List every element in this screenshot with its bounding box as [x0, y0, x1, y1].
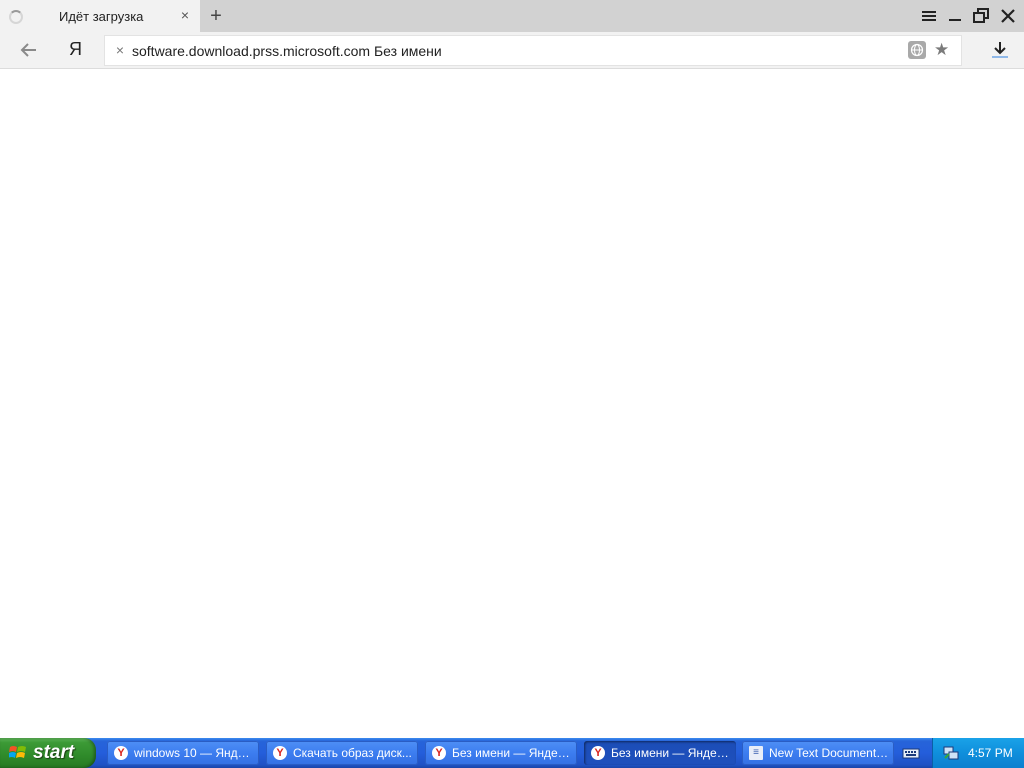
address-url[interactable]: software.download.prss.microsoft.com Без… — [132, 43, 442, 59]
globe-icon[interactable] — [908, 41, 926, 59]
star-icon[interactable]: ★ — [934, 40, 949, 60]
yandex-browser-icon: Y — [114, 746, 128, 760]
task-label: New Text Document ... — [769, 746, 889, 760]
start-label: start — [33, 742, 75, 763]
browser-toolbar: Я × software.download.prss.microsoft.com… — [0, 32, 1024, 69]
task-label: Без имени — Яндек... — [452, 746, 572, 760]
keyboard-layout-icon[interactable] — [902, 744, 920, 762]
tab-close-icon[interactable]: × — [178, 8, 192, 22]
network-icon[interactable] — [943, 745, 959, 761]
yandex-browser-icon: Y — [273, 746, 287, 760]
menu-icon[interactable] — [919, 6, 939, 26]
close-icon[interactable] — [998, 6, 1018, 26]
task-label: Без имени — Яндек... — [611, 746, 731, 760]
restore-icon[interactable] — [971, 6, 991, 26]
taskbar-item-2[interactable]: Y Скачать образ диск... — [266, 741, 418, 765]
yandex-browser-icon: Y — [591, 746, 605, 760]
taskbar-item-4-active[interactable]: Y Без имени — Яндек... — [584, 741, 736, 765]
tab-loading[interactable]: Идёт загрузка × — [0, 0, 200, 32]
start-button[interactable]: start — [0, 738, 96, 768]
download-icon[interactable] — [988, 38, 1012, 62]
task-label: windows 10 — Янде... — [134, 746, 254, 760]
tab-title: Идёт загрузка — [59, 9, 144, 24]
taskbar-item-5[interactable]: ≡ New Text Document ... — [742, 741, 894, 765]
yandex-browser-icon: Y — [432, 746, 446, 760]
taskbar: start Y windows 10 — Янде... Y Скачать о… — [0, 738, 1024, 768]
notepad-icon: ≡ — [749, 746, 763, 760]
new-tab-button[interactable]: + — [206, 6, 226, 26]
tab-strip: Идёт загрузка × + — [0, 0, 1024, 32]
page-content — [0, 69, 1024, 738]
clock: 4:57 PM — [968, 746, 1013, 760]
yandex-home-button[interactable]: Я — [69, 39, 82, 60]
system-tray: 4:57 PM — [932, 738, 1024, 768]
taskbar-item-3[interactable]: Y Без имени — Яндек... — [425, 741, 577, 765]
windows-flag-icon — [8, 745, 27, 761]
taskbar-item-1[interactable]: Y windows 10 — Янде... — [107, 741, 259, 765]
stop-loading-icon[interactable]: × — [113, 43, 127, 57]
loading-spinner-icon — [9, 10, 23, 24]
minimize-icon[interactable] — [945, 6, 965, 26]
address-bar[interactable]: × software.download.prss.microsoft.com Б… — [104, 35, 962, 66]
task-label: Скачать образ диск... — [293, 746, 412, 760]
back-arrow-icon[interactable] — [18, 39, 40, 61]
